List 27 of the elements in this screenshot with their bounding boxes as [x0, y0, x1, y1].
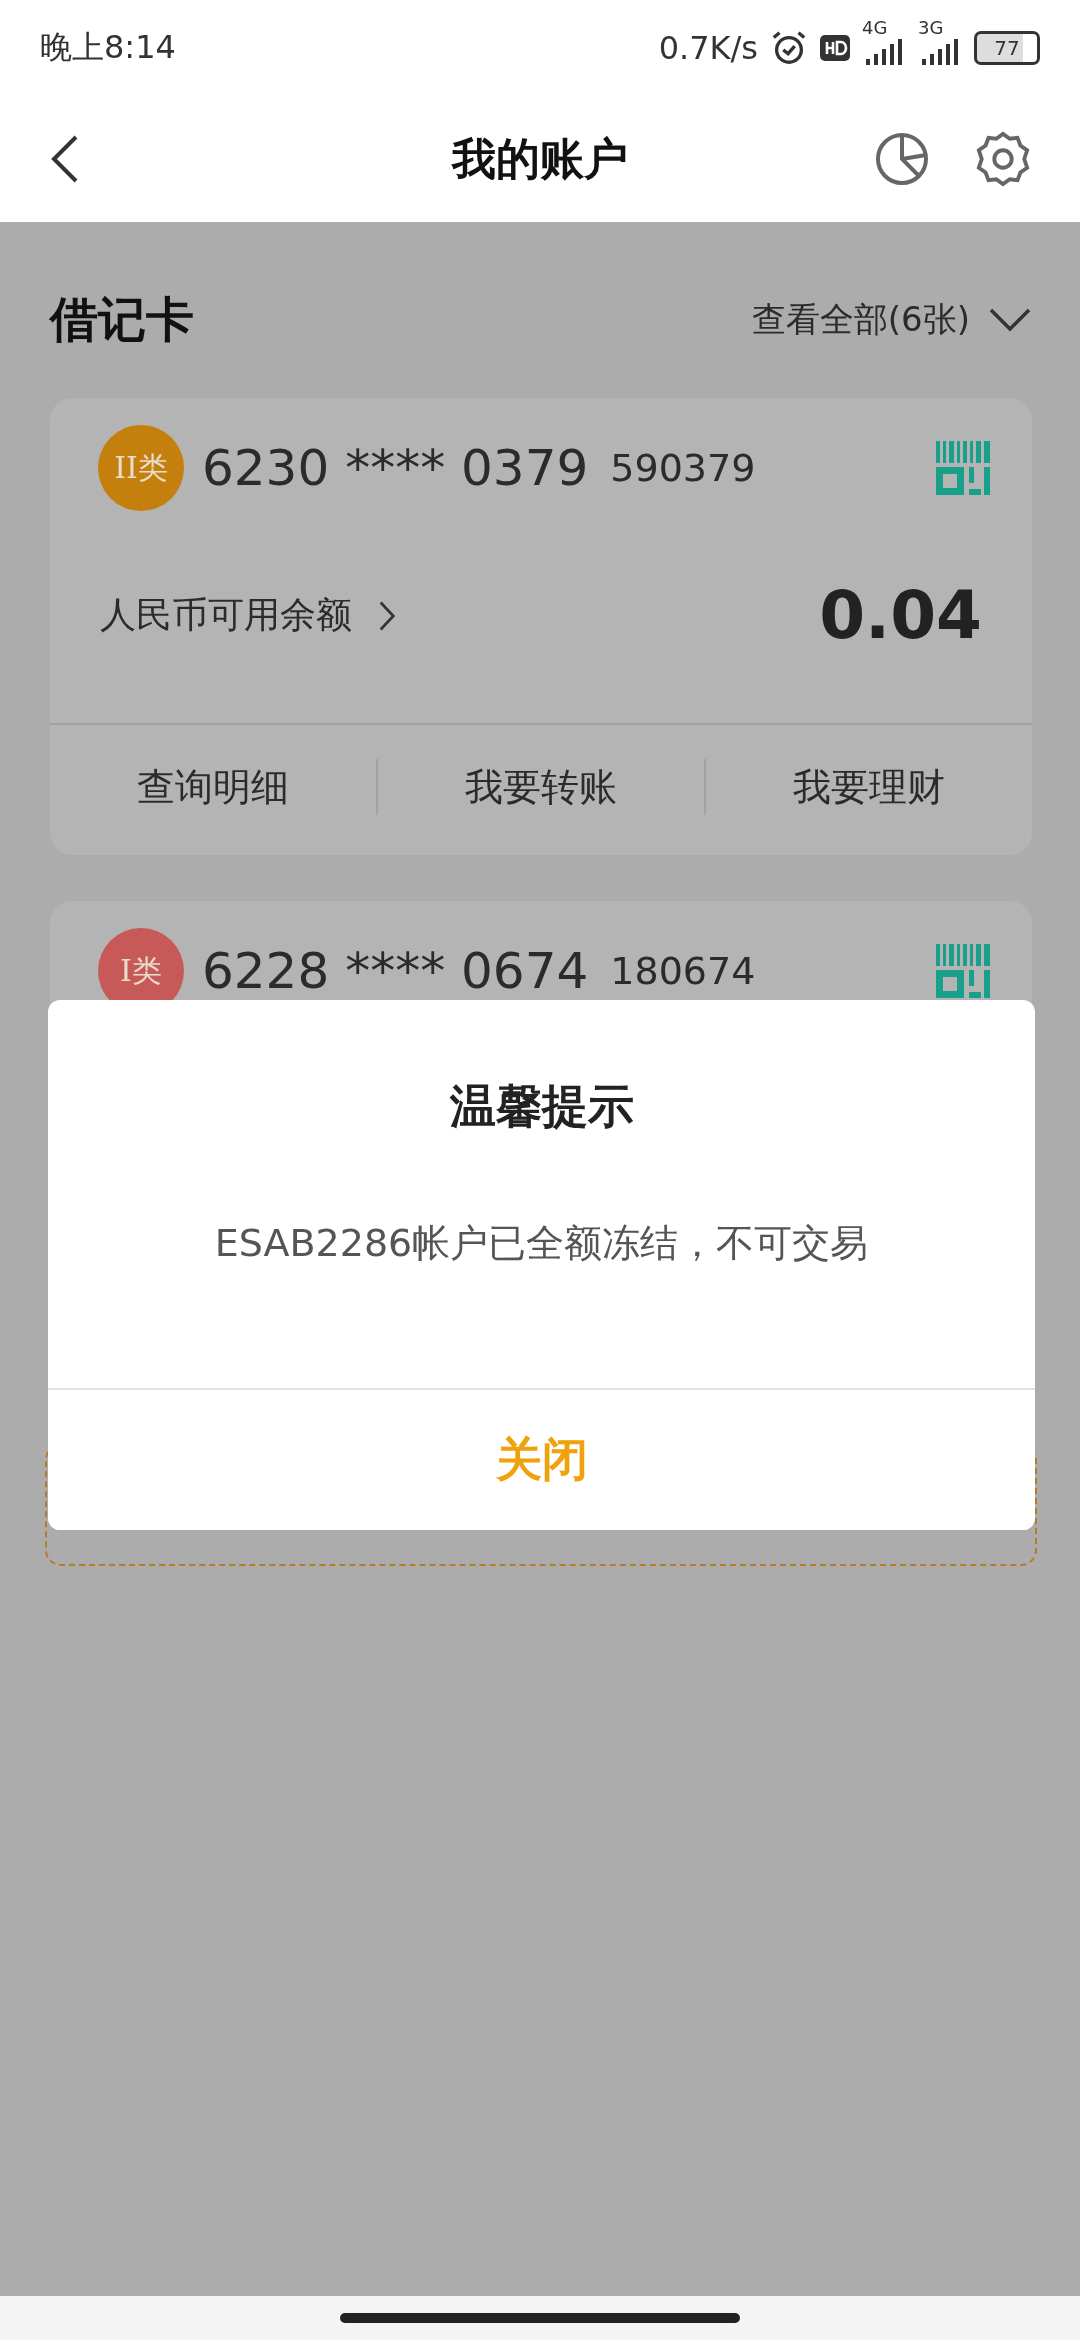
- card-action-button[interactable]: 查询明细: [50, 760, 376, 814]
- card-number: 6230 **** 0379: [202, 439, 589, 497]
- hd-icon: [820, 35, 850, 61]
- network-speed: 0.7K/s: [658, 29, 758, 67]
- balance-label[interactable]: 人民币可用余额: [100, 591, 352, 640]
- dialog-title: 温馨提示: [448, 1078, 635, 1135]
- card-code: 590379: [610, 446, 756, 490]
- section-title: 借记卡: [50, 290, 194, 349]
- alarm-icon: [770, 29, 808, 67]
- bank-card[interactable]: II类 6230 **** 0379 590379 人民币可用余额 0.04 查询明细 我要转账 我要理财: [50, 398, 1032, 855]
- card-number: 6228 **** 0674: [202, 942, 589, 1000]
- card-action-button[interactable]: 我要理财: [706, 760, 1032, 814]
- status-time: 晚上8:14: [40, 27, 176, 68]
- network-type: 4G: [862, 17, 888, 38]
- back-icon[interactable]: [50, 134, 80, 184]
- settings-icon[interactable]: [974, 130, 1032, 188]
- balance-amount: 0.04: [819, 577, 982, 654]
- pie-chart-icon[interactable]: [874, 131, 930, 187]
- card-class-badge: II类: [98, 425, 184, 511]
- chevron-down-icon[interactable]: [988, 307, 1032, 333]
- page-title: 我的账户: [452, 131, 628, 186]
- view-all-link[interactable]: 查看全部(6张): [751, 297, 970, 343]
- card-action-button[interactable]: 我要转账: [378, 760, 704, 814]
- dialog-message: ESAB2286帐户已全额冻结，不可交易: [213, 1220, 870, 1267]
- network-type: 3G: [918, 17, 944, 38]
- battery-indicator: 77: [974, 31, 1040, 65]
- card-code: 180674: [610, 949, 756, 993]
